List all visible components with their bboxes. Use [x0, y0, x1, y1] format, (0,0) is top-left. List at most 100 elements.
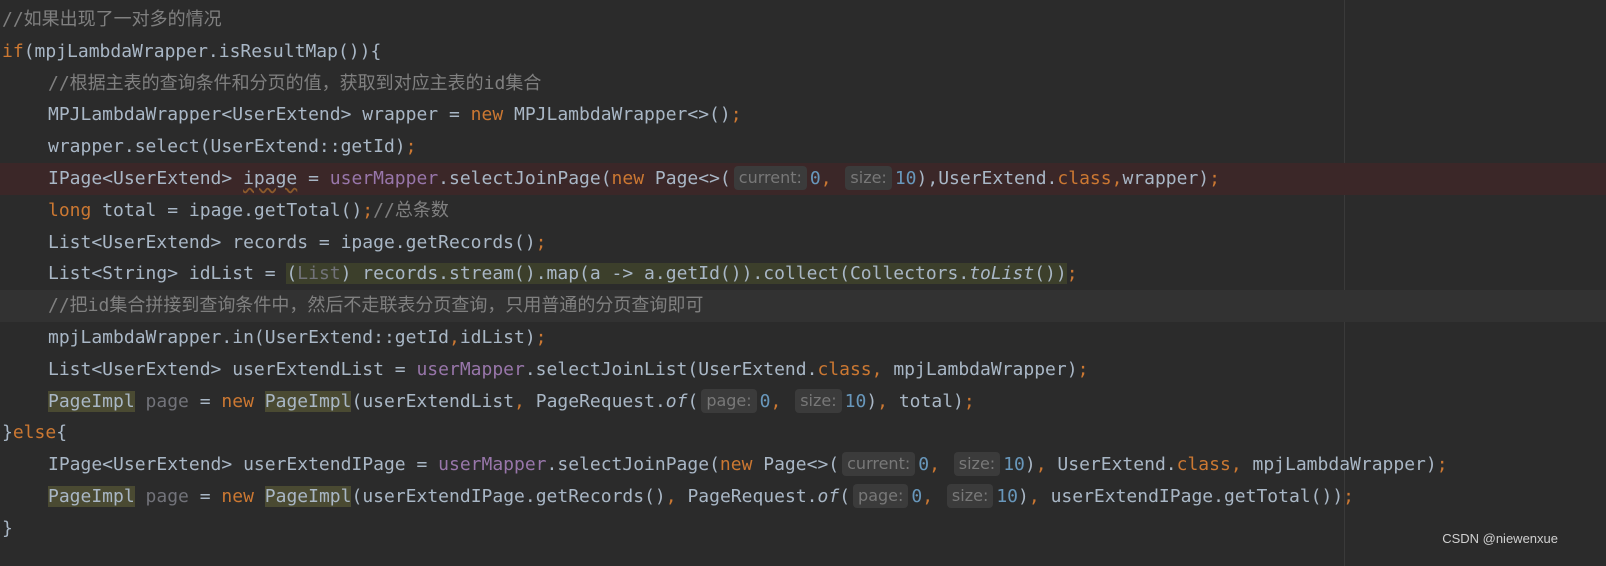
- code-token: ,: [1111, 168, 1123, 189]
- code-token: ;: [1343, 486, 1355, 507]
- code-token: userMapper: [416, 358, 525, 380]
- code-token: PageRequest.: [687, 486, 818, 507]
- code-token: ;: [1077, 358, 1089, 380]
- code-token: new: [470, 104, 504, 126]
- code-token: ()): [1034, 263, 1067, 285]
- code-token: ,: [1028, 486, 1051, 507]
- code-line[interactable]: }else{: [0, 417, 1606, 449]
- code-token: //把id集合拼接到查询条件中，然后不走联表分页查询，只用普通的分页查询即可: [48, 295, 704, 317]
- code-token: ,: [871, 358, 894, 380]
- code-token: .selectJoinPage(: [438, 168, 612, 189]
- code-token: ;: [730, 104, 742, 126]
- code-token: ,: [1230, 454, 1253, 476]
- code-line[interactable]: long total = ipage.getTotal();//总条数: [0, 195, 1606, 227]
- code-token: ): [1018, 486, 1029, 507]
- code-token: PageImpl: [48, 390, 135, 412]
- code-token: ,: [448, 327, 460, 348]
- code-token: (mpjLambdaWrapper.isResultMap()){: [23, 40, 382, 62]
- code-token: 0: [759, 390, 771, 412]
- code-token: =: [188, 486, 222, 507]
- code-token: (: [286, 263, 298, 285]
- code-line[interactable]: //把id集合拼接到查询条件中，然后不走联表分页查询，只用普通的分页查询即可: [0, 290, 1606, 323]
- code-line[interactable]: PageImpl page = new PageImpl(userExtendL…: [0, 386, 1606, 418]
- code-token: =: [188, 390, 222, 412]
- code-token: PageImpl: [264, 390, 352, 412]
- code-line[interactable]: //根据主表的查询条件和分页的值，获取到对应主表的id集合: [0, 68, 1606, 100]
- code-token: ): [1024, 454, 1036, 476]
- code-token: PageRequest.: [535, 390, 666, 412]
- code-token: (userExtendList: [351, 390, 515, 412]
- code-token: page: [145, 486, 189, 507]
- code-token: ;: [362, 199, 374, 221]
- code-line[interactable]: wrapper.select(UserExtend::getId);: [0, 131, 1606, 163]
- code-token: ;: [1209, 168, 1220, 189]
- code-token: ,: [929, 454, 951, 476]
- code-token: userExtendIPage.getTotal()): [1050, 486, 1344, 507]
- code-token: }: [2, 517, 13, 539]
- code-token: MPJLambdaWrapper<>(): [503, 104, 731, 126]
- watermark: CSDN @niewenxue: [1442, 531, 1558, 546]
- code-token: //总条数: [373, 199, 449, 221]
- code-token: =: [297, 168, 330, 189]
- code-token: }: [2, 422, 13, 444]
- code-token: ;: [405, 136, 417, 158]
- code-line[interactable]: MPJLambdaWrapper<UserExtend> wrapper = n…: [0, 99, 1606, 131]
- code-token: ;: [963, 390, 975, 412]
- code-line[interactable]: mpjLambdaWrapper.in(UserExtend::getId,id…: [0, 322, 1606, 354]
- code-token: //如果出现了一对多的情况: [2, 9, 222, 30]
- code-token: IPage<UserExtend> userExtendIPage =: [48, 454, 439, 476]
- code-token: new: [611, 168, 645, 189]
- code-token: List<UserExtend> records = ipage.getReco…: [48, 231, 536, 253]
- code-token: .selectJoinPage(: [546, 454, 720, 476]
- code-line[interactable]: List<UserExtend> userExtendList = userMa…: [0, 354, 1606, 386]
- code-token: (: [687, 390, 699, 412]
- code-token: ;: [535, 327, 547, 348]
- code-token: ;: [1436, 454, 1448, 476]
- code-token: 0: [918, 454, 930, 476]
- code-line[interactable]: IPage<UserExtend> ipage = userMapper.sel…: [0, 163, 1606, 195]
- code-token: total = ipage.getTotal(): [91, 199, 363, 221]
- code-line[interactable]: List<String> idList = (List) records.str…: [0, 258, 1606, 290]
- code-line[interactable]: }: [0, 513, 1606, 545]
- code-token: ,: [665, 486, 688, 507]
- code-token: ,: [922, 486, 944, 507]
- code-token: //根据主表的查询条件和分页的值，获取到对应主表的id集合: [48, 72, 542, 94]
- code-token: 10: [996, 486, 1019, 507]
- code-token: ) records.stream().map(a -> a.getId()).c…: [340, 263, 970, 285]
- code-token: class: [817, 358, 872, 380]
- code-token: PageImpl: [48, 486, 135, 507]
- code-token: ,: [1035, 454, 1058, 476]
- code-token: class: [1057, 168, 1112, 189]
- code-token: Page<>(: [644, 168, 731, 189]
- code-token: of: [665, 390, 688, 412]
- code-token: List: [297, 263, 341, 285]
- code-line[interactable]: IPage<UserExtend> userExtendIPage = user…: [0, 449, 1606, 481]
- code-token: wrapper): [1122, 168, 1210, 189]
- code-token: new: [221, 390, 254, 412]
- code-token: ,: [770, 390, 793, 412]
- code-token: if: [2, 40, 24, 62]
- parameter-hint: current:: [842, 452, 916, 477]
- code-token: else: [12, 422, 57, 444]
- code-line[interactable]: PageImpl page = new PageImpl(userExtendI…: [0, 481, 1606, 513]
- code-token: 10: [894, 168, 917, 189]
- code-token: idList): [459, 327, 536, 348]
- code-line[interactable]: List<UserExtend> records = ipage.getReco…: [0, 227, 1606, 259]
- code-token: mpjLambdaWrapper.in(UserExtend::getId: [48, 327, 449, 348]
- code-token: userMapper: [329, 168, 439, 189]
- code-token: ,: [820, 168, 843, 189]
- code-token: List<String> idList =: [48, 263, 287, 285]
- code-token: page: [145, 390, 189, 412]
- code-line[interactable]: if(mpjLambdaWrapper.isResultMap()){: [0, 36, 1606, 68]
- code-token: List<UserExtend> userExtendList =: [48, 358, 417, 380]
- parameter-hint: size:: [946, 484, 994, 508]
- code-token: toList: [969, 263, 1035, 285]
- code-token: Page<>(: [752, 454, 840, 476]
- code-editor[interactable]: //如果出现了一对多的情况 if(mpjLambdaWrapper.isResul…: [0, 0, 1606, 566]
- parameter-hint: size:: [845, 166, 892, 190]
- code-line[interactable]: //如果出现了一对多的情况: [0, 4, 1606, 36]
- code-token: 0: [809, 168, 821, 189]
